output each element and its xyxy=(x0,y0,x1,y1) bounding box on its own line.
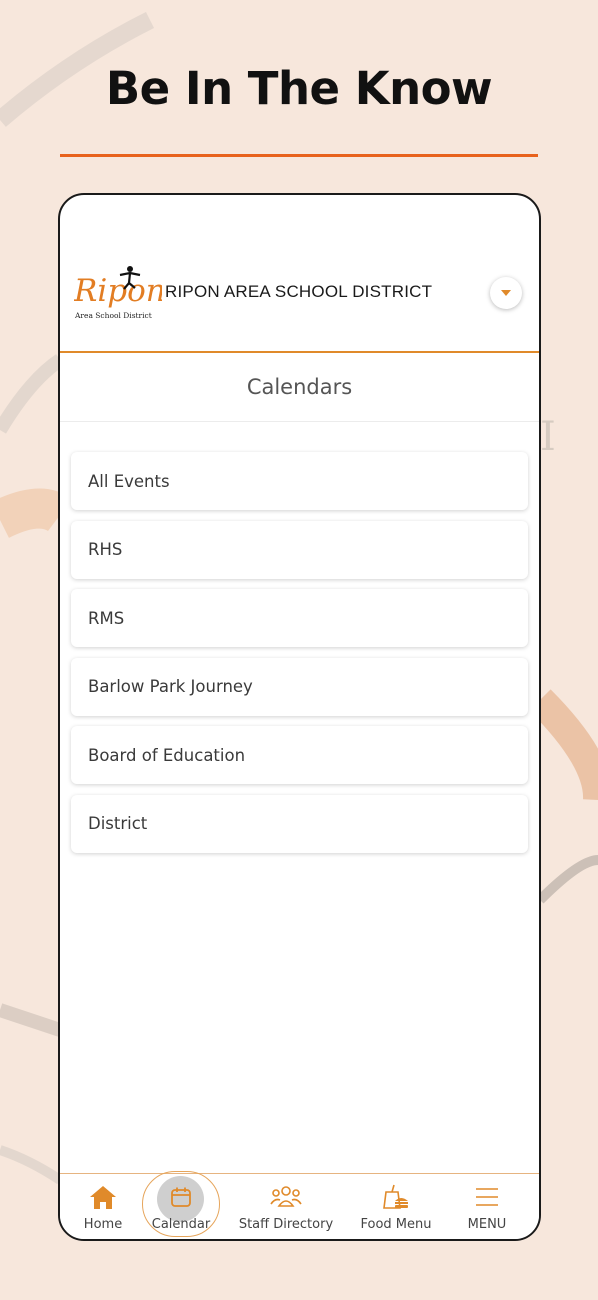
calendar-icon xyxy=(164,1180,198,1214)
district-dropdown-button[interactable] xyxy=(490,277,522,309)
calendar-item-rms[interactable]: RMS xyxy=(71,589,528,648)
tab-label: Home xyxy=(83,1217,123,1232)
tab-home[interactable]: Home xyxy=(82,1174,124,1239)
district-logo[interactable]: Ripon Area School District xyxy=(74,263,162,327)
logo-subtext: Area School District xyxy=(74,311,152,320)
caret-down-icon xyxy=(501,290,511,296)
promo-headline: Be In The Know xyxy=(105,62,493,115)
tab-label: Food Menu xyxy=(360,1217,432,1232)
district-name: RIPON AREA SCHOOL DISTRICT xyxy=(165,282,433,301)
staff-directory-icon xyxy=(269,1180,303,1214)
headline-divider xyxy=(60,154,538,157)
bottom-tab-bar: Home Calendar Staff Directory Food Menu … xyxy=(60,1171,539,1239)
calendar-item-rhs[interactable]: RHS xyxy=(71,520,528,579)
tab-calendar[interactable]: Calendar xyxy=(148,1174,214,1239)
tab-food-menu[interactable]: Food Menu xyxy=(358,1174,434,1239)
page-title: Calendars xyxy=(246,375,353,399)
calendar-item-barlow-park-journey[interactable]: Barlow Park Journey xyxy=(71,657,528,716)
tab-label: Staff Directory xyxy=(238,1217,334,1232)
calendar-item-all-events[interactable]: All Events xyxy=(71,452,528,510)
food-menu-icon xyxy=(379,1180,413,1214)
calendar-item-board-of-education[interactable]: Board of Education xyxy=(71,726,528,785)
home-icon xyxy=(86,1180,120,1214)
svg-text:I: I xyxy=(540,414,556,460)
phone-frame: Ripon Area School District RIPON AREA SC… xyxy=(58,193,541,1241)
calendar-item-district[interactable]: District xyxy=(71,794,528,853)
page-title-bar: Calendars xyxy=(60,353,539,422)
tab-menu[interactable]: MENU xyxy=(462,1174,512,1239)
tab-staff-directory[interactable]: Staff Directory xyxy=(238,1174,334,1239)
calendar-list: All Events RHS RMS Barlow Park Journey B… xyxy=(71,452,528,864)
logo-wordmark: Ripon xyxy=(74,273,162,309)
app-header: Ripon Area School District RIPON AREA SC… xyxy=(60,195,539,353)
tab-label: Calendar xyxy=(151,1217,211,1232)
menu-icon xyxy=(470,1180,504,1214)
tab-label: MENU xyxy=(467,1217,507,1232)
